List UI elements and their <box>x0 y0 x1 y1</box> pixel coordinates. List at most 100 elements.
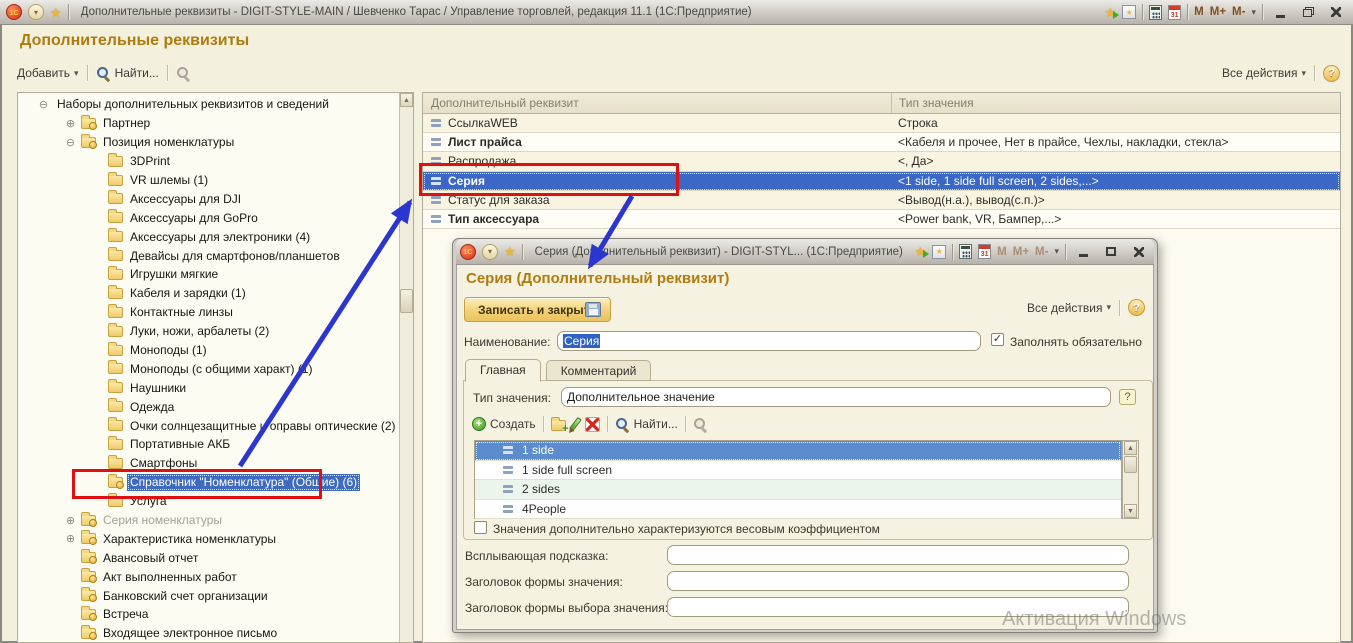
tab-main[interactable]: Главная <box>465 359 541 382</box>
scroll-thumb[interactable] <box>1124 456 1137 473</box>
scroll-up-button[interactable]: ▲ <box>400 93 413 107</box>
type-help-button[interactable]: ? <box>1119 389 1136 405</box>
tree-item[interactable]: ⊖Позиция номенклатуры <box>19 133 398 152</box>
values-scrollbar[interactable]: ▲ ▼ <box>1122 440 1139 519</box>
table-row[interactable]: Лист прайса<Кабеля и прочее, Нет в прайс… <box>423 133 1340 152</box>
dialog-all-actions-button[interactable]: Все действия ▾ <box>1027 301 1111 315</box>
all-actions-button[interactable]: Все действия ▾ <box>1222 66 1306 80</box>
value-row[interactable]: 1 side <box>475 441 1121 461</box>
create-group-icon[interactable] <box>551 420 566 431</box>
find-button[interactable]: Найти... <box>96 66 159 81</box>
value-row[interactable]: 2 sides <box>475 480 1121 500</box>
tree-item[interactable]: Аксессуары для электроники (4) <box>19 227 398 246</box>
minimize-button[interactable] <box>1269 3 1291 21</box>
tree-item[interactable]: Очки солнцезащитные и оправы оптические … <box>19 416 398 435</box>
memory-m-button[interactable]: M <box>1194 6 1204 18</box>
values-find-button[interactable]: Найти... <box>615 417 678 432</box>
favorites-star-icon[interactable]: ★ <box>504 245 516 258</box>
tree-item[interactable]: Банковский счет организации <box>19 586 398 605</box>
help-button[interactable]: ? <box>1323 65 1340 82</box>
tree-item[interactable]: Моноподы (с общими характ) (1) <box>19 359 398 378</box>
value-form-title-input[interactable] <box>667 571 1129 591</box>
table-row[interactable]: СсылкаWEBСтрока <box>423 114 1340 133</box>
memory-m-plus-button[interactable]: M+ <box>1013 246 1029 258</box>
tree-item[interactable]: Контактные линзы <box>19 303 398 322</box>
tooltip-input[interactable] <box>667 545 1129 565</box>
tree-item[interactable]: Справочник "Номенклатура" (Общие) (6) <box>19 473 398 492</box>
scroll-thumb[interactable] <box>400 289 413 313</box>
edit-pencil-icon[interactable] <box>569 417 582 431</box>
required-checkbox[interactable]: ✓ <box>991 333 1004 346</box>
favorites-star-icon[interactable]: ★ <box>50 6 62 19</box>
chevron-down-icon[interactable]: ▾ <box>1251 7 1256 18</box>
expander-icon[interactable]: ⊕ <box>64 514 77 527</box>
tree-item[interactable]: Кабеля и зарядки (1) <box>19 284 398 303</box>
save-icon[interactable] <box>585 302 601 317</box>
add-button[interactable]: Добавить ▾ <box>17 66 79 80</box>
weight-coefficient-checkbox[interactable] <box>474 521 487 534</box>
table-row[interactable]: Распродажа<, Да> <box>423 152 1340 171</box>
tree-item[interactable]: Девайсы для смартфонов/планшетов <box>19 246 398 265</box>
close-button[interactable] <box>1325 3 1347 21</box>
tree-item[interactable]: Луки, ножи, арбалеты (2) <box>19 322 398 341</box>
dialog-maximize-button[interactable] <box>1100 243 1122 261</box>
tree-item[interactable]: ⊕Партнер <box>19 114 398 133</box>
restore-button[interactable] <box>1297 3 1319 21</box>
favorites-window-icon[interactable]: ★ <box>932 245 946 259</box>
scroll-down-button[interactable]: ▼ <box>1124 504 1137 518</box>
dialog-help-button[interactable]: ? <box>1128 299 1145 316</box>
tree-item[interactable]: Аксессуары для DJI <box>19 189 398 208</box>
tree-item[interactable]: Моноподы (1) <box>19 341 398 360</box>
tree-item[interactable]: ⊕Характеристика номенклатуры <box>19 529 398 548</box>
calendar-icon[interactable]: 31 <box>978 244 991 259</box>
expander-icon[interactable]: ⊖ <box>37 98 50 111</box>
tree-scrollbar[interactable]: ▲ <box>399 93 413 642</box>
expander-icon[interactable]: ⊖ <box>64 136 77 149</box>
calendar-icon[interactable]: 31 <box>1168 5 1181 20</box>
value-row[interactable]: 4People <box>475 500 1121 520</box>
tree-item[interactable]: Входящее электронное письмо <box>19 624 398 642</box>
tree-item[interactable]: ⊖Наборы дополнительных реквизитов и свед… <box>19 95 398 114</box>
tree-item[interactable]: ⊕Серия номенклатуры <box>19 511 398 530</box>
tree-item[interactable]: 3DPrint <box>19 152 398 171</box>
expander-icon[interactable]: ⊕ <box>64 117 77 130</box>
table-row[interactable]: Статус для заказа<Вывод(н.а.), вывод(с.п… <box>423 191 1340 210</box>
create-value-button[interactable]: Создать <box>472 417 536 431</box>
tree-item[interactable]: Авансовый отчет <box>19 548 398 567</box>
dialog-close-button[interactable] <box>1128 243 1150 261</box>
memory-m-plus-button[interactable]: M+ <box>1210 6 1226 18</box>
dialog-menu-dropdown-icon[interactable]: ▾ <box>482 244 498 260</box>
calculator-icon[interactable] <box>1149 5 1162 20</box>
clear-search-icon[interactable] <box>176 66 191 81</box>
clear-search-icon[interactable] <box>693 417 708 432</box>
tree-item[interactable]: Аксессуары для GoPro <box>19 208 398 227</box>
tab-comment[interactable]: Комментарий <box>546 360 652 381</box>
type-input[interactable]: Дополнительное значение <box>561 387 1111 407</box>
table-row[interactable]: Тип аксессуара<Power bank, VR, Бампер,..… <box>423 210 1340 229</box>
tree-item[interactable]: Портативные АКБ <box>19 435 398 454</box>
add-favorite-icon[interactable]: ★ <box>915 245 927 258</box>
tree-item[interactable]: Встреча <box>19 605 398 624</box>
calculator-icon[interactable] <box>959 244 972 259</box>
memory-m-minus-button[interactable]: M- <box>1035 246 1048 258</box>
chevron-down-icon[interactable]: ▾ <box>1054 246 1059 257</box>
name-input[interactable]: Серия <box>557 331 981 351</box>
delete-icon[interactable] <box>585 417 600 432</box>
column-header-type[interactable]: Тип значения <box>891 93 1340 113</box>
dialog-minimize-button[interactable] <box>1072 243 1094 261</box>
main-menu-dropdown-icon[interactable]: ▾ <box>28 4 44 20</box>
favorites-window-icon[interactable]: ★ <box>1122 5 1136 19</box>
memory-m-button[interactable]: M <box>997 246 1007 258</box>
tree-item[interactable]: Смартфоны <box>19 454 398 473</box>
memory-m-minus-button[interactable]: M- <box>1232 6 1245 18</box>
choice-form-title-input[interactable] <box>667 597 1129 617</box>
tree-item[interactable]: Акт выполненных работ <box>19 567 398 586</box>
value-row[interactable]: 1 side full screen <box>475 461 1121 481</box>
tree-item[interactable]: Наушники <box>19 378 398 397</box>
tree-item[interactable]: VR шлемы (1) <box>19 171 398 190</box>
tree-item[interactable]: Одежда <box>19 397 398 416</box>
tree-item[interactable]: Услуга <box>19 492 398 511</box>
scroll-up-button[interactable]: ▲ <box>1124 441 1137 455</box>
tree-item[interactable]: Игрушки мягкие <box>19 265 398 284</box>
add-favorite-icon[interactable]: ★ <box>1105 6 1117 19</box>
